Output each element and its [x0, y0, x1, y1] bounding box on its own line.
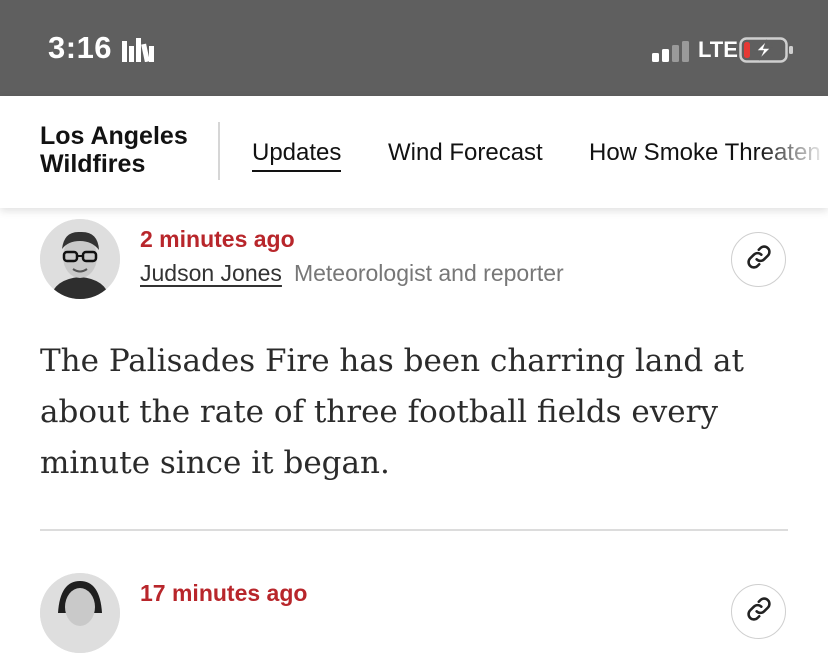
- battery-charging-icon: [739, 36, 795, 69]
- nav-fade-overlay: [758, 96, 828, 208]
- section-title[interactable]: Los Angeles Wildfires: [40, 122, 210, 178]
- status-time: 3:16: [48, 30, 113, 65]
- post-body-text: The Palisades Fire has been charring lan…: [40, 343, 744, 481]
- author-avatar[interactable]: [40, 219, 120, 299]
- tab-updates[interactable]: Updates: [252, 139, 342, 172]
- link-icon: [745, 595, 773, 628]
- copy-link-button[interactable]: [731, 584, 786, 639]
- author-name[interactable]: Judson Jones: [140, 260, 282, 286]
- post-byline: Judson Jones Meteorologist and reporter: [140, 260, 564, 287]
- network-type: LTE: [698, 37, 738, 62]
- nav-divider: [218, 122, 220, 180]
- link-icon: [745, 243, 773, 276]
- author-role: Meteorologist and reporter: [293, 260, 564, 286]
- post-timestamp: 17 minutes ago: [140, 580, 308, 606]
- copy-link-button[interactable]: [731, 232, 786, 287]
- author-avatar[interactable]: [40, 573, 120, 653]
- post-divider: [40, 529, 788, 531]
- cellular-signal-icon: [652, 40, 692, 67]
- tab-wind-forecast[interactable]: Wind Forecast: [388, 139, 543, 167]
- status-bar: 3:16 LTE: [0, 0, 828, 96]
- section-nav: Los Angeles Wildfires Updates Wind Forec…: [0, 96, 828, 208]
- post-timestamp: 2 minutes ago: [140, 226, 295, 252]
- books-icon: [122, 36, 156, 67]
